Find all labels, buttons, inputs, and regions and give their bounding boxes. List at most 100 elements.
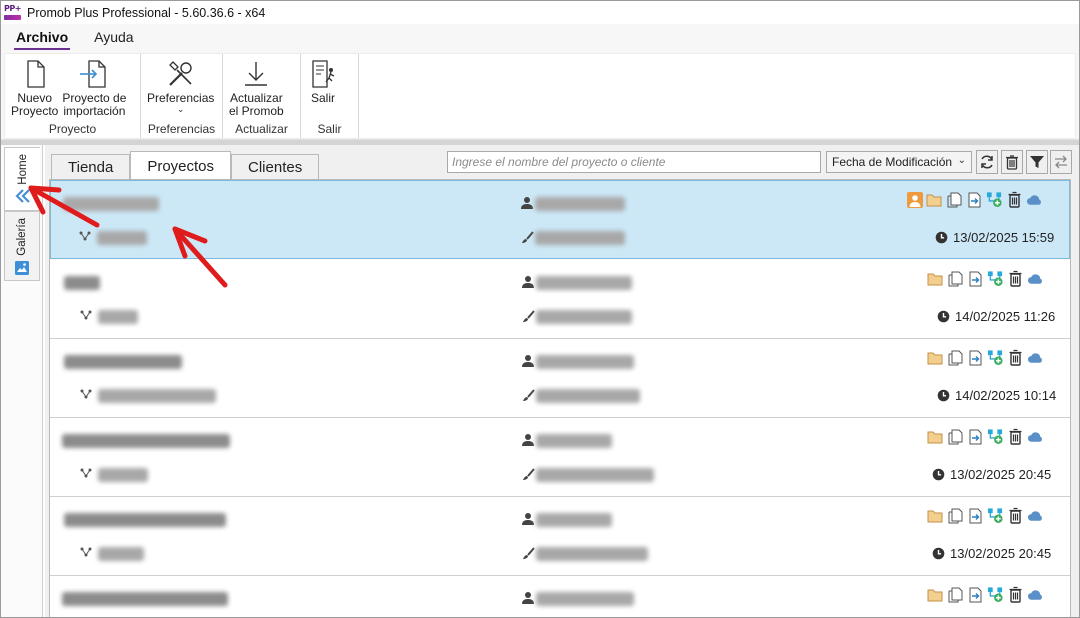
share-button[interactable] bbox=[987, 507, 1004, 524]
side-tab-home[interactable]: Home bbox=[4, 147, 40, 211]
cloud-icon bbox=[1027, 511, 1042, 521]
cloud-button[interactable] bbox=[1027, 349, 1044, 366]
owner-user-button[interactable] bbox=[906, 191, 923, 208]
clock-icon bbox=[937, 389, 950, 402]
share-button[interactable] bbox=[986, 191, 1003, 208]
open-folder-button[interactable] bbox=[926, 191, 943, 208]
export-button[interactable] bbox=[967, 270, 984, 287]
export-icon bbox=[969, 350, 982, 365]
row-actions bbox=[927, 270, 1044, 287]
project-name bbox=[63, 197, 159, 211]
project-name bbox=[64, 513, 226, 527]
ribbon-group-label: Salir bbox=[317, 122, 342, 136]
ribbon-group-label: Actualizar bbox=[235, 122, 288, 136]
delete-button[interactable] bbox=[1007, 507, 1024, 524]
swap-button[interactable] bbox=[1050, 150, 1072, 174]
open-folder-button[interactable] bbox=[927, 586, 944, 603]
list-item[interactable]: 13/02/2025 20:45 bbox=[50, 497, 1070, 576]
delete-button[interactable] bbox=[1007, 349, 1024, 366]
user-icon bbox=[522, 434, 534, 446]
open-folder-button[interactable] bbox=[927, 428, 944, 445]
user-icon bbox=[522, 276, 534, 288]
ribbon-group-salir: Salir Salir bbox=[301, 54, 359, 138]
client-name bbox=[535, 197, 625, 211]
cloud-button[interactable] bbox=[1026, 191, 1043, 208]
filter-button[interactable] bbox=[1026, 150, 1048, 174]
menu-tab-ayuda[interactable]: Ayuda bbox=[92, 29, 135, 50]
refresh-icon bbox=[981, 155, 993, 169]
exit-icon bbox=[312, 60, 335, 88]
branch-icon bbox=[80, 468, 92, 478]
export-button[interactable] bbox=[967, 349, 984, 366]
share-network-icon bbox=[987, 508, 1003, 524]
modified-date: 13/02/2025 15:59 bbox=[935, 230, 1054, 245]
delete-button[interactable] bbox=[1006, 191, 1023, 208]
ribbon-group-proyecto: Nuevo Proyecto Proyecto de importación P… bbox=[5, 54, 141, 138]
export-button[interactable] bbox=[967, 428, 984, 445]
copy-icon bbox=[948, 271, 963, 286]
cloud-button[interactable] bbox=[1027, 428, 1044, 445]
sort-select[interactable]: Fecha de Modificación ⌄ bbox=[826, 151, 972, 173]
delete-all-button[interactable] bbox=[1001, 150, 1023, 174]
copy-button[interactable] bbox=[946, 191, 963, 208]
trash-icon bbox=[1006, 155, 1018, 170]
side-tab-galeria[interactable]: Galería bbox=[4, 211, 40, 281]
project-name bbox=[64, 355, 182, 369]
user-badge-icon bbox=[906, 191, 923, 208]
search-input[interactable]: Ingrese el nombre del proyecto o cliente bbox=[447, 151, 821, 173]
export-button[interactable] bbox=[967, 586, 984, 603]
copy-button[interactable] bbox=[947, 428, 964, 445]
list-item[interactable] bbox=[50, 576, 1070, 617]
row-actions bbox=[927, 586, 1044, 603]
tab-clientes[interactable]: Clientes bbox=[231, 154, 320, 180]
ribbon-group-label: Proyecto bbox=[48, 122, 97, 136]
modified-date: 13/02/2025 20:45 bbox=[932, 467, 1051, 482]
client-name bbox=[536, 355, 634, 369]
open-folder-button[interactable] bbox=[927, 507, 944, 524]
cloud-icon bbox=[1026, 195, 1041, 205]
user-icon bbox=[521, 197, 533, 209]
import-project-icon bbox=[80, 60, 107, 88]
trash-icon bbox=[1009, 349, 1022, 366]
delete-button[interactable] bbox=[1007, 428, 1024, 445]
brush-icon bbox=[523, 389, 535, 401]
tab-proyectos[interactable]: Proyectos bbox=[130, 151, 232, 180]
open-folder-button[interactable] bbox=[927, 270, 944, 287]
share-button[interactable] bbox=[987, 349, 1004, 366]
modified-date: 14/02/2025 11:26 bbox=[937, 309, 1055, 324]
brush-icon bbox=[523, 310, 535, 322]
ribbon: Nuevo Proyecto Proyecto de importación P… bbox=[1, 50, 1079, 140]
refresh-button[interactable] bbox=[976, 150, 998, 174]
cloud-button[interactable] bbox=[1027, 586, 1044, 603]
list-item[interactable]: 14/02/2025 10:14 bbox=[50, 339, 1070, 418]
project-version bbox=[98, 547, 144, 561]
copy-button[interactable] bbox=[947, 507, 964, 524]
share-button[interactable] bbox=[987, 586, 1004, 603]
share-button[interactable] bbox=[987, 270, 1004, 287]
folder-icon bbox=[927, 431, 943, 443]
menu-tab-archivo[interactable]: Archivo bbox=[14, 29, 71, 50]
export-button[interactable] bbox=[966, 191, 983, 208]
cloud-icon bbox=[1027, 590, 1042, 600]
open-folder-button[interactable] bbox=[927, 349, 944, 366]
menu-bar: Archivo Ayuda bbox=[1, 24, 1079, 50]
clock-icon bbox=[937, 310, 950, 323]
list-item[interactable]: 13/02/2025 15:59 bbox=[50, 180, 1070, 259]
list-item[interactable]: 14/02/2025 11:26 bbox=[50, 260, 1070, 339]
delete-button[interactable] bbox=[1007, 586, 1024, 603]
ribbon-group-preferencias: Preferencias ⌄ Preferencias bbox=[141, 54, 223, 138]
window-title: Promob Plus Professional - 5.60.36.6 - x… bbox=[27, 5, 266, 20]
modified-date: 13/02/2025 20:45 bbox=[932, 546, 1051, 561]
cloud-button[interactable] bbox=[1027, 270, 1044, 287]
delete-button[interactable] bbox=[1007, 270, 1024, 287]
copy-button[interactable] bbox=[947, 349, 964, 366]
tab-tienda[interactable]: Tienda bbox=[51, 154, 131, 180]
share-button[interactable] bbox=[987, 428, 1004, 445]
copy-button[interactable] bbox=[947, 586, 964, 603]
copy-button[interactable] bbox=[947, 270, 964, 287]
project-name bbox=[64, 276, 100, 290]
list-item[interactable]: 13/02/2025 20:45 bbox=[50, 418, 1070, 497]
export-button[interactable] bbox=[967, 507, 984, 524]
cloud-button[interactable] bbox=[1027, 507, 1044, 524]
clock-icon bbox=[932, 547, 945, 560]
